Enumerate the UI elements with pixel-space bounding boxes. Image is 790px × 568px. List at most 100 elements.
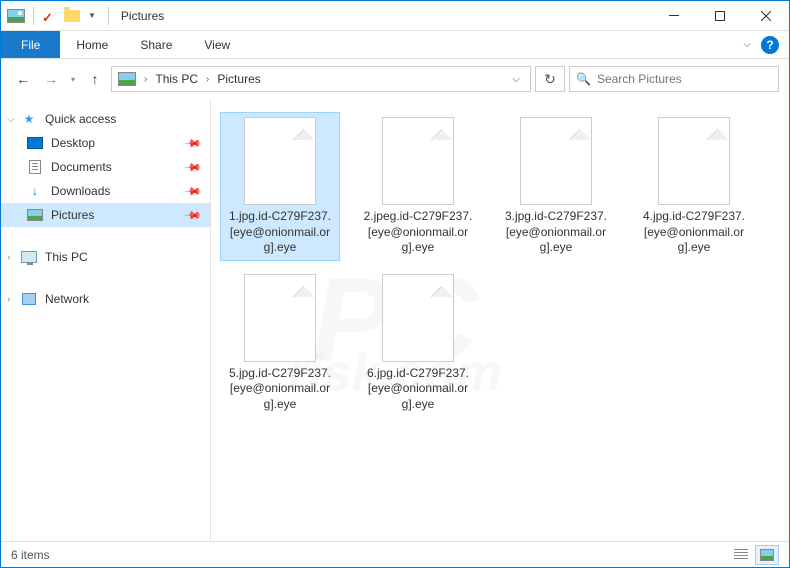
file-item[interactable]: 1.jpg.id-C279F237.[eye@onionmail.org].ey… [221,113,339,260]
sidebar-item-documents[interactable]: Documents 📌 [1,155,210,179]
search-box[interactable]: 🔍 [569,66,779,92]
ribbon-collapse-icon[interactable]: ⌵ [743,39,751,50]
star-icon: ★ [21,111,37,127]
title-separator [108,7,109,25]
window-title: Pictures [121,9,164,23]
chevron-right-icon[interactable]: › [7,294,10,305]
file-icon [244,274,316,362]
breadcrumb-item-pictures[interactable]: Pictures [215,72,262,86]
refresh-button[interactable]: ↻ [535,66,565,92]
file-name-label: 5.jpg.id-C279F237.[eye@onionmail.org].ey… [225,366,335,413]
file-item[interactable]: 4.jpg.id-C279F237.[eye@onionmail.org].ey… [635,113,753,260]
file-name-label: 6.jpg.id-C279F237.[eye@onionmail.org].ey… [363,366,473,413]
file-icon [658,117,730,205]
sidebar-item-pictures[interactable]: Pictures 📌 [1,203,210,227]
window-controls [651,1,789,31]
pic-icon [27,207,43,223]
ribbon: File Home Share View ⌵ ? [1,31,789,59]
chevron-down-icon[interactable]: ⌵ [7,114,15,125]
details-view-button[interactable] [729,545,753,565]
tab-view[interactable]: View [188,31,246,58]
file-icon [244,117,316,205]
file-name-label: 2.jpeg.id-C279F237.[eye@onionmail.org].e… [363,209,473,256]
qat-dropdown-icon[interactable]: ▼ [88,11,96,20]
file-grid[interactable]: 1.jpg.id-C279F237.[eye@onionmail.org].ey… [211,99,789,541]
pin-icon: 📌 [184,182,203,201]
view-switcher [729,545,779,565]
chevron-right-icon[interactable]: › [202,74,213,85]
details-view-icon [734,549,748,561]
chevron-right-icon[interactable]: › [7,252,10,263]
file-name-label: 3.jpg.id-C279F237.[eye@onionmail.org].ey… [501,209,611,256]
body-area: PC risk.com ⌵ ★ Quick access Desktop📌Doc… [1,99,789,541]
maximize-button[interactable] [697,1,743,31]
search-icon: 🔍 [576,72,591,86]
large-icons-view-button[interactable] [755,545,779,565]
up-button[interactable]: ↑ [83,67,107,91]
qat-separator [33,7,34,25]
minimize-icon [669,15,679,16]
sidebar-item-label: Network [45,292,89,306]
doc-icon [27,159,43,175]
minimize-button[interactable] [651,1,697,31]
recent-locations-icon[interactable]: ▾ [67,75,79,84]
chevron-right-icon[interactable]: › [140,74,151,85]
breadcrumb-location-icon [118,72,136,86]
file-icon [382,274,454,362]
navigation-pane: ⌵ ★ Quick access Desktop 📌 Documents 📌 ↓ Down… [1,99,211,541]
search-input[interactable] [597,72,772,86]
address-bar: ← → ▾ ↑ › This PC › Pictures ⌵ ↻ 🔍 [1,59,789,99]
quick-access-toolbar: ▼ Pictures [1,7,170,25]
sidebar-quick-access[interactable]: ⌵ ★ Quick access [1,107,210,131]
network-group: › Network [1,287,210,311]
breadcrumb-dropdown-icon[interactable]: ⌵ [506,74,526,85]
tab-share[interactable]: Share [124,31,188,58]
quick-access-group: ⌵ ★ Quick access Desktop 📌 Documents 📌 ↓ Down… [1,107,210,227]
sidebar-item-label: Desktop [51,136,95,150]
large-icons-view-icon [760,549,774,561]
file-tab[interactable]: File [1,31,60,58]
file-icon [382,117,454,205]
sidebar-item-label: Downloads [51,184,110,198]
sidebar-item-label: Quick access [45,112,116,126]
breadcrumb-item-thispc[interactable]: This PC [153,72,200,86]
file-item[interactable]: 2.jpeg.id-C279F237.[eye@onionmail.org].e… [359,113,477,260]
pc-icon [21,249,37,265]
close-icon [761,11,771,21]
pin-icon: 📌 [184,206,203,225]
network-icon [21,291,37,307]
sidebar-network[interactable]: › Network [1,287,210,311]
tab-home[interactable]: Home [60,31,124,58]
back-button[interactable]: ← [11,67,35,91]
explorer-window: ▼ Pictures File Home Share View ⌵ ? ← → [0,0,790,568]
status-bar: 6 items [1,541,789,567]
app-icon [7,9,25,23]
file-item[interactable]: 6.jpg.id-C279F237.[eye@onionmail.org].ey… [359,270,477,417]
file-item[interactable]: 3.jpg.id-C279F237.[eye@onionmail.org].ey… [497,113,615,260]
new-folder-icon[interactable] [64,10,80,22]
sidebar-item-desktop[interactable]: Desktop 📌 [1,131,210,155]
help-icon[interactable]: ? [761,36,779,54]
file-name-label: 4.jpg.id-C279F237.[eye@onionmail.org].ey… [639,209,749,256]
titlebar: ▼ Pictures [1,1,789,31]
dl-icon: ↓ [27,183,43,199]
file-name-label: 1.jpg.id-C279F237.[eye@onionmail.org].ey… [225,209,335,256]
forward-button[interactable]: → [39,67,63,91]
sidebar-item-label: This PC [45,250,88,264]
close-button[interactable] [743,1,789,31]
maximize-icon [715,11,725,21]
properties-icon[interactable] [42,9,56,23]
sidebar-this-pc[interactable]: › This PC [1,245,210,269]
sidebar-item-label: Documents [51,160,112,174]
sidebar-item-label: Pictures [51,208,94,222]
file-item[interactable]: 5.jpg.id-C279F237.[eye@onionmail.org].ey… [221,270,339,417]
this-pc-group: › This PC [1,245,210,269]
status-item-count: 6 items [11,548,50,562]
breadcrumb[interactable]: › This PC › Pictures ⌵ [111,66,531,92]
file-icon [520,117,592,205]
pin-icon: 📌 [184,158,203,177]
ribbon-right: ⌵ ? [743,36,789,54]
sidebar-item-downloads[interactable]: ↓ Downloads 📌 [1,179,210,203]
desktop-icon [27,135,43,151]
pin-icon: 📌 [184,134,203,153]
